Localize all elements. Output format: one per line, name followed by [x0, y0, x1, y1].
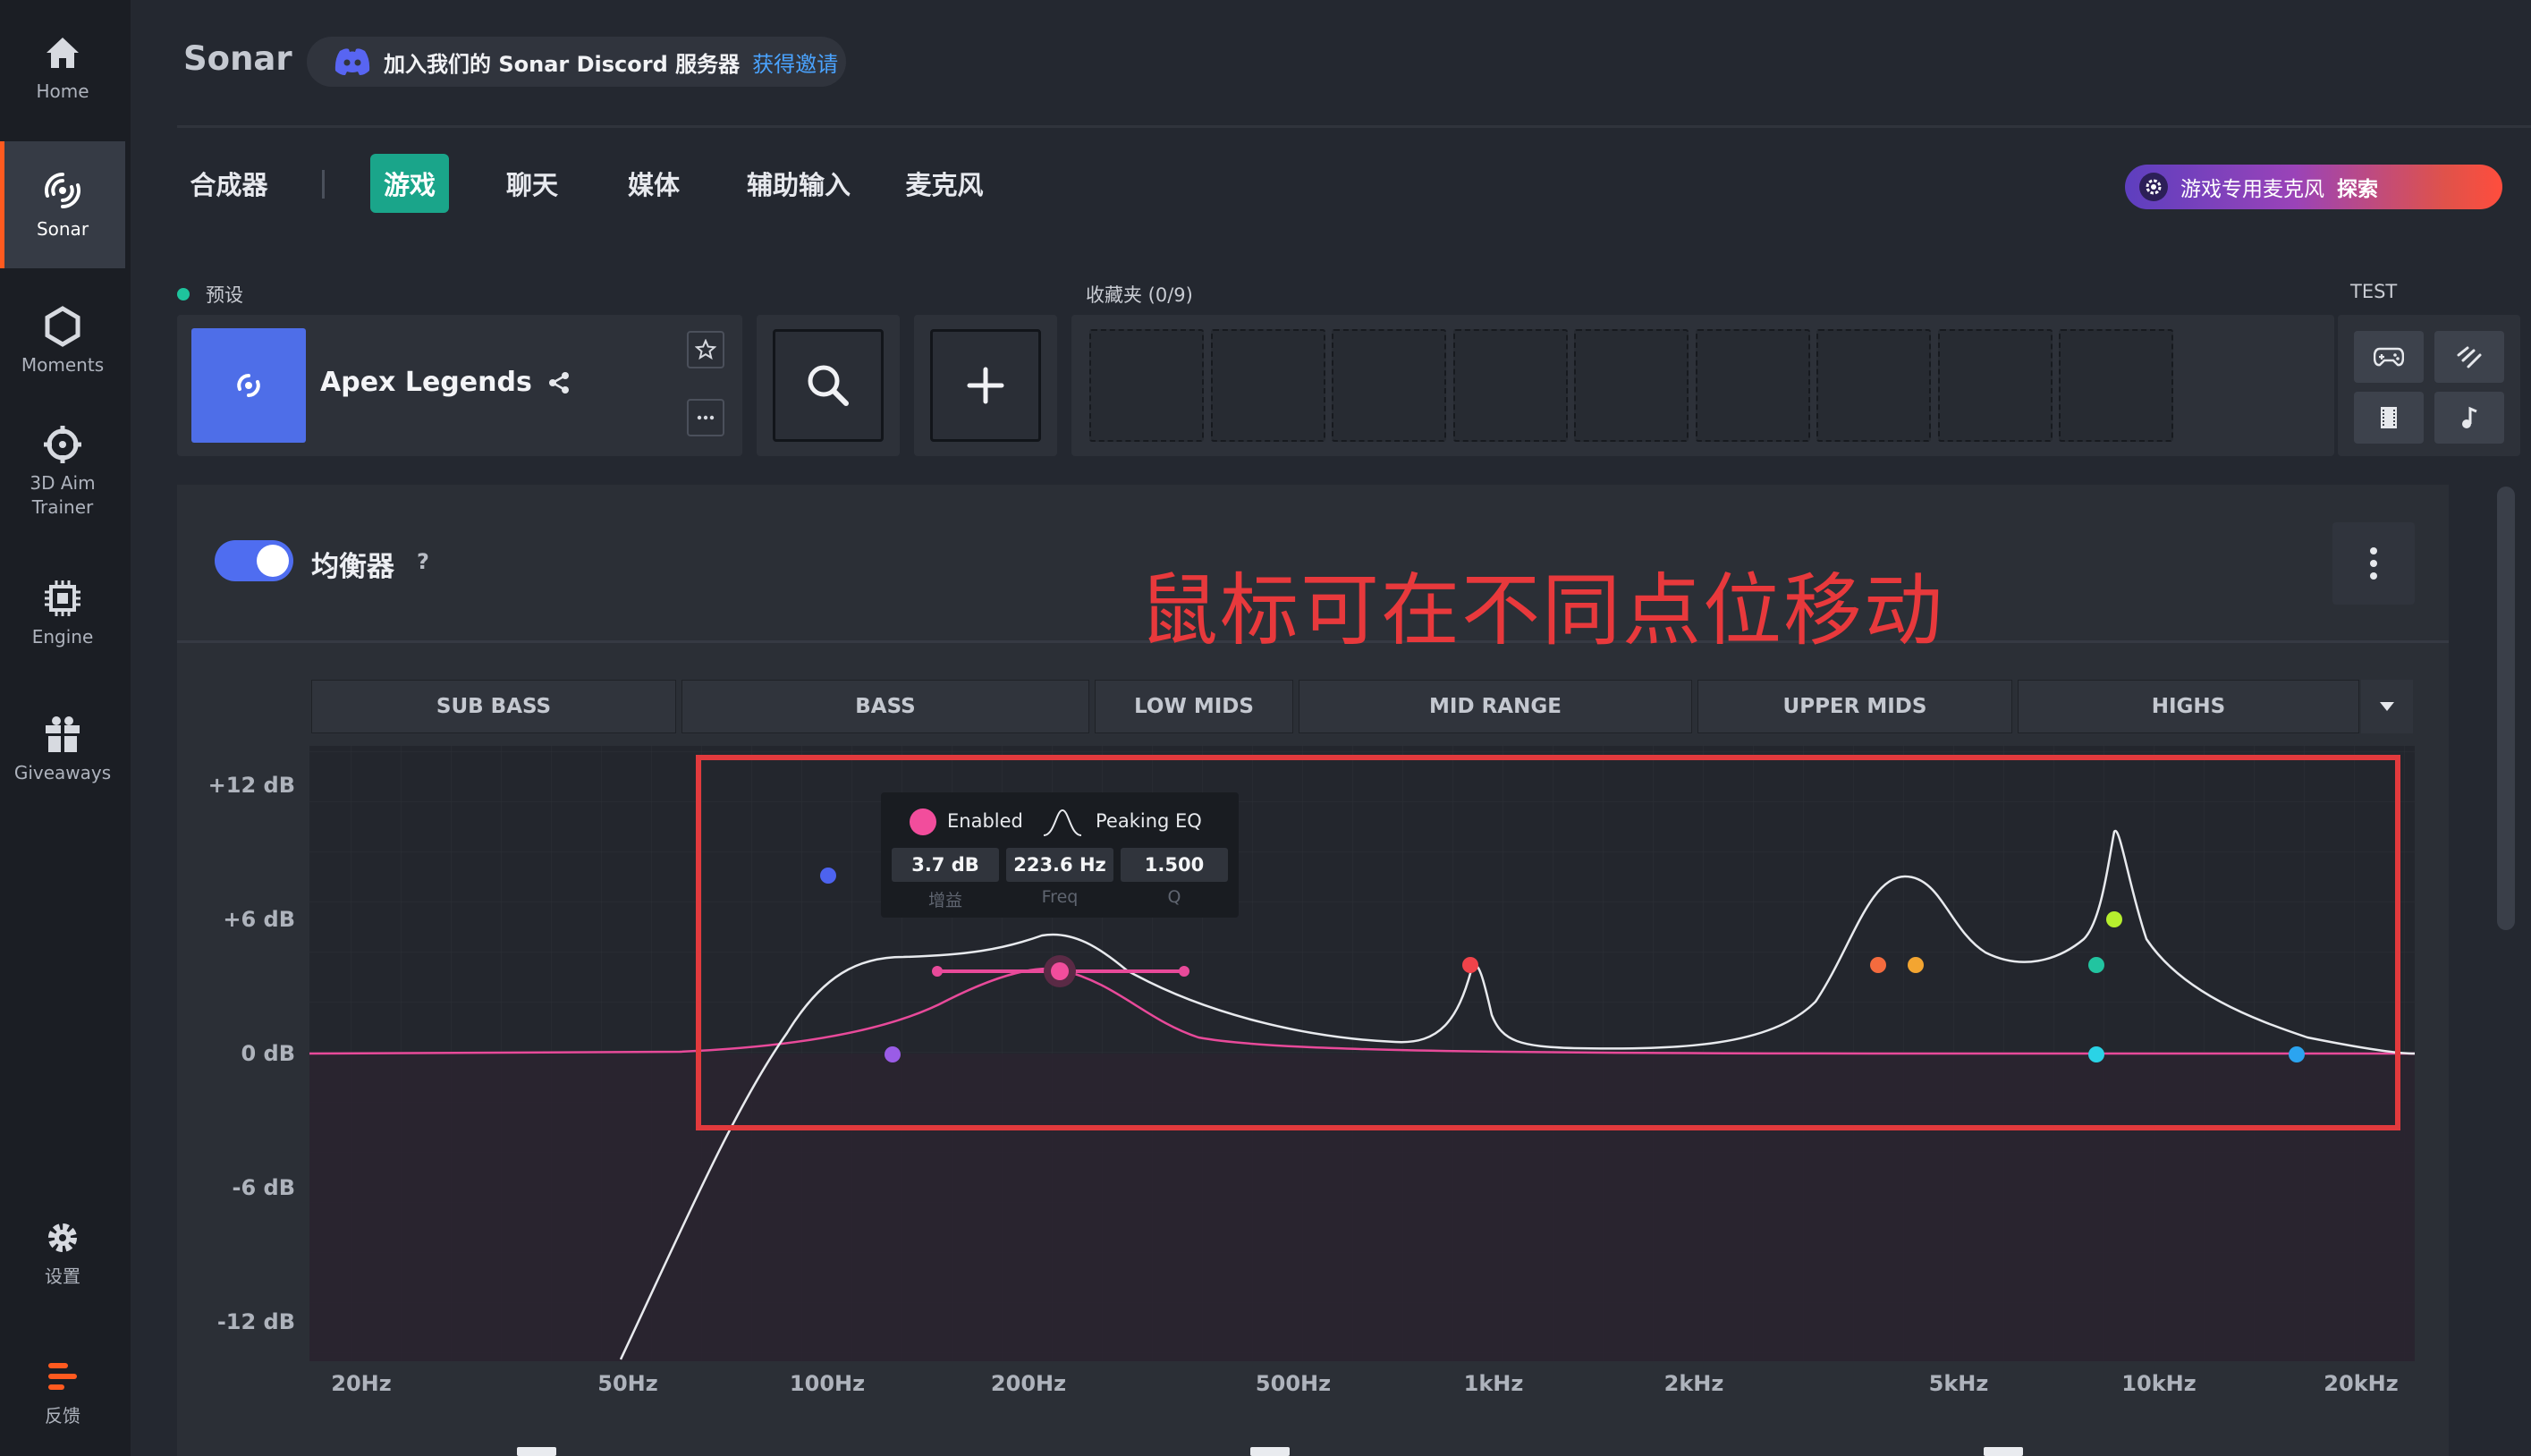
filter-enabled-dot[interactable] [910, 808, 936, 835]
filter-controls-row [177, 1435, 2449, 1456]
peaking-eq-icon [1043, 808, 1082, 836]
freq-field[interactable]: 223.6 Hz [1006, 848, 1113, 882]
q-caption: Q [1167, 887, 1181, 907]
slider-handle[interactable] [517, 1447, 556, 1456]
freq-caption: Freq [1041, 887, 1079, 907]
annotation-text: 鼠标可在不同点位移动 [1139, 564, 1945, 656]
q-field[interactable]: 1.500 [1121, 848, 1228, 882]
gain-caption: 增益 [927, 891, 962, 910]
eq-curve-canvas [309, 746, 2416, 1361]
slider-handle[interactable] [1250, 1447, 1290, 1456]
filter-type-label[interactable]: Peaking EQ [1096, 810, 1202, 832]
slider-handle[interactable] [1984, 1447, 2023, 1456]
gain-field[interactable]: 3.7 dB [892, 848, 999, 882]
filter-tooltip: Enabled Peaking EQ 3.7 dB 223.6 Hz 1.500… [881, 792, 1239, 918]
filter-enabled-label: Enabled [947, 810, 1023, 832]
